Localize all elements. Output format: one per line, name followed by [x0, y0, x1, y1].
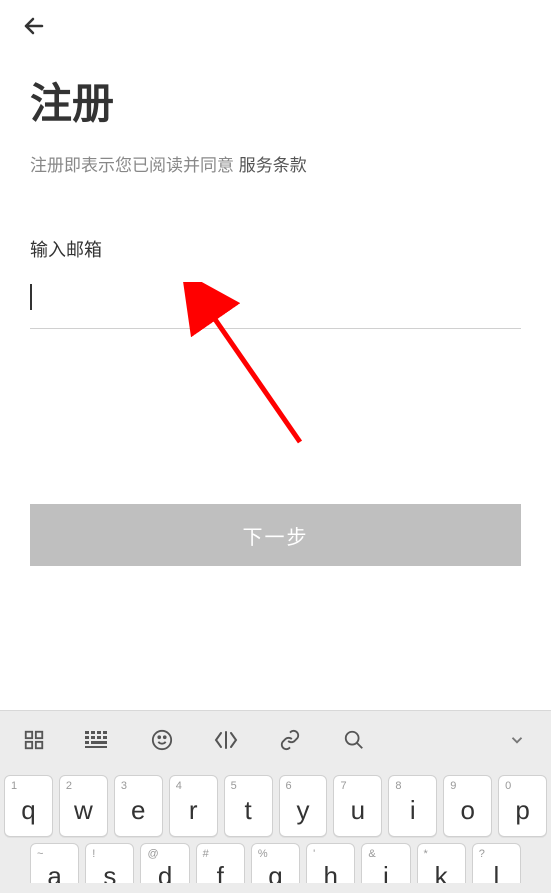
key-g[interactable]: %g	[251, 843, 300, 883]
search-icon[interactable]	[338, 724, 370, 756]
key-q[interactable]: 1q	[4, 775, 53, 837]
key-main-label: d	[158, 861, 172, 884]
grid-icon[interactable]	[18, 724, 50, 756]
next-button[interactable]: 下一步	[30, 504, 521, 566]
key-sub-label: 5	[231, 780, 237, 792]
key-sub-label: 4	[176, 780, 182, 792]
key-t[interactable]: 5t	[224, 775, 273, 837]
virtual-keyboard: 1q2w3e4r5t6y7u8i9o0p ~a!s@d#f%g'h&j*k?l	[0, 710, 551, 893]
key-main-label: w	[74, 795, 93, 826]
key-main-label: j	[383, 861, 389, 884]
key-main-label: f	[217, 861, 224, 884]
consent-text: 注册即表示您已阅读并同意 服务条款	[30, 151, 521, 176]
key-s[interactable]: !s	[85, 843, 134, 883]
chevron-down-icon[interactable]	[501, 724, 533, 756]
key-h[interactable]: 'h	[306, 843, 355, 883]
key-sub-label: ~	[37, 848, 43, 860]
key-sub-label: 7	[340, 780, 346, 792]
key-main-label: i	[410, 795, 416, 826]
key-sub-label: %	[258, 848, 268, 860]
key-sub-label: 2	[66, 780, 72, 792]
key-k[interactable]: *k	[417, 843, 466, 883]
key-y[interactable]: 6y	[279, 775, 328, 837]
key-main-label: r	[189, 795, 198, 826]
key-sub-label: '	[313, 848, 315, 860]
key-a[interactable]: ~a	[30, 843, 79, 883]
key-o[interactable]: 9o	[443, 775, 492, 837]
key-sub-label: !	[92, 848, 95, 860]
key-sub-label: @	[147, 848, 158, 860]
key-main-label: l	[493, 861, 499, 884]
key-main-label: q	[21, 795, 35, 826]
key-sub-label: *	[424, 848, 428, 860]
consent-prefix: 注册即表示您已阅读并同意	[30, 156, 239, 175]
key-main-label: g	[268, 861, 282, 884]
key-sub-label: 9	[450, 780, 456, 792]
keyboard-layout-icon[interactable]	[82, 724, 114, 756]
key-j[interactable]: &j	[361, 843, 410, 883]
key-main-label: k	[435, 861, 448, 884]
key-main-label: p	[515, 795, 529, 826]
key-l[interactable]: ?l	[472, 843, 521, 883]
terms-link[interactable]: 服务条款	[239, 156, 307, 175]
key-e[interactable]: 3e	[114, 775, 163, 837]
key-main-label: h	[323, 861, 337, 884]
key-sub-label: 0	[505, 780, 511, 792]
link-icon[interactable]	[274, 724, 306, 756]
key-main-label: e	[131, 795, 145, 826]
page-title: 注册	[30, 70, 521, 131]
key-p[interactable]: 0p	[498, 775, 547, 837]
key-main-label: a	[47, 861, 61, 884]
key-main-label: y	[296, 795, 309, 826]
code-icon[interactable]	[210, 724, 242, 756]
key-i[interactable]: 8i	[388, 775, 437, 837]
email-field-label: 输入邮箱	[30, 236, 521, 262]
key-d[interactable]: @d	[140, 843, 189, 883]
key-sub-label: &	[368, 848, 375, 860]
key-sub-label: 8	[395, 780, 401, 792]
key-sub-label: 1	[11, 780, 17, 792]
key-sub-label: ?	[479, 848, 485, 860]
emoji-icon[interactable]	[146, 724, 178, 756]
key-main-label: s	[103, 861, 116, 884]
key-f[interactable]: #f	[196, 843, 245, 883]
key-sub-label: 6	[286, 780, 292, 792]
key-main-label: t	[244, 795, 251, 826]
key-u[interactable]: 7u	[333, 775, 382, 837]
text-cursor	[30, 284, 32, 310]
email-input[interactable]	[30, 284, 521, 329]
key-r[interactable]: 4r	[169, 775, 218, 837]
key-w[interactable]: 2w	[59, 775, 108, 837]
back-arrow-icon[interactable]	[20, 12, 48, 40]
key-sub-label: #	[203, 848, 209, 860]
key-sub-label: 3	[121, 780, 127, 792]
key-main-label: u	[351, 795, 365, 826]
key-main-label: o	[460, 795, 474, 826]
